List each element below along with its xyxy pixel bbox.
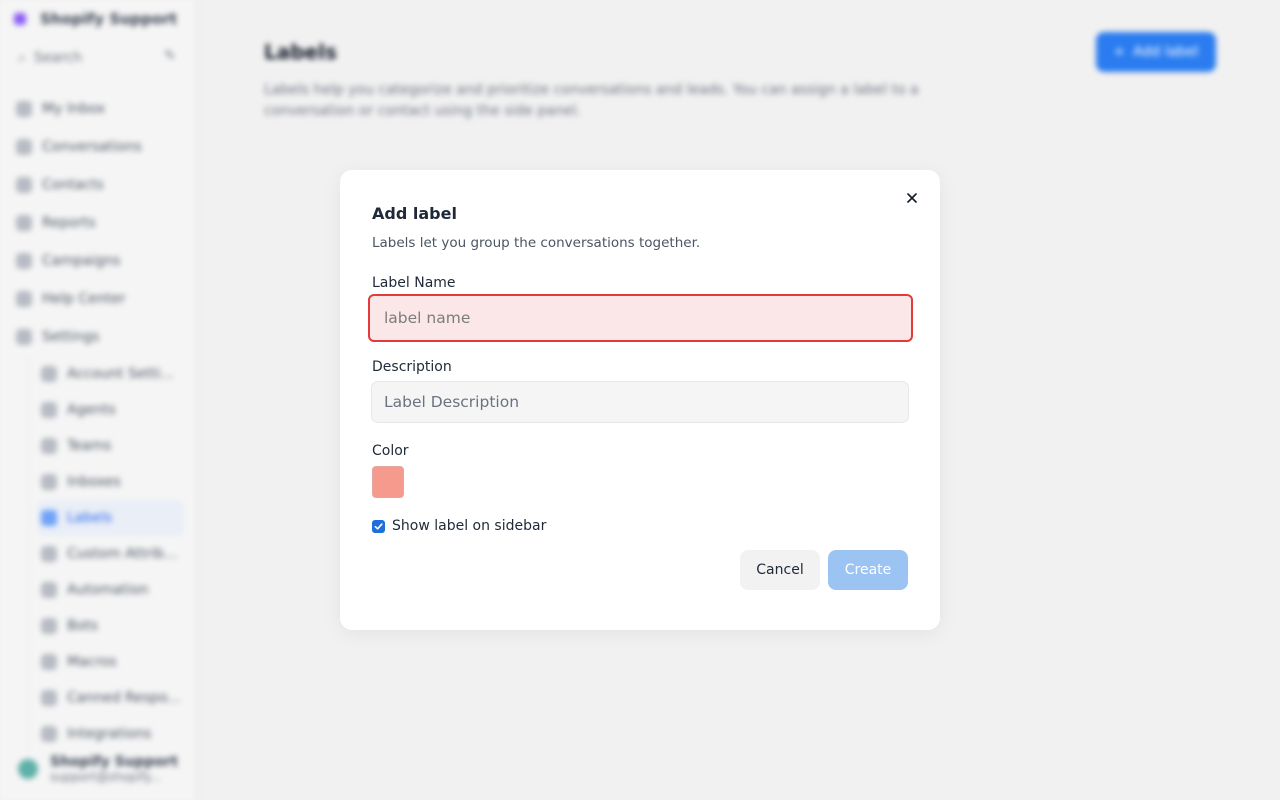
page-description: Labels help you categorize and prioritiz… [264,82,919,119]
sidebar-item-integrations[interactable]: Integrations [37,716,184,752]
sidebar-item-agents[interactable]: Agents [37,392,184,428]
label-name-label: Label Name [372,275,456,291]
footer-sub: support@shopify... [50,770,162,784]
page-title: Labels [264,40,337,64]
compose-icon[interactable]: ✎ [164,48,184,68]
inbox-icon [41,474,57,490]
sidebar-item-label: Agents [67,402,116,418]
add-label-button-text: Add label [1133,44,1199,60]
modal-subtitle: Labels let you group the conversations t… [372,235,701,251]
sidebar: Shopify Support ⌕ Search ✎ My Inbox Conv… [0,0,196,800]
reports-icon [16,215,32,231]
sidebar-item-label: Bots [67,618,98,634]
sidebar-item-settings[interactable]: Settings [12,318,184,356]
sidebar-item-canned-responses[interactable]: Canned Respo... [37,680,184,716]
add-label-modal: Add label Labels let you group the conve… [340,170,940,630]
book-icon [16,291,32,307]
color-swatch[interactable] [372,466,404,498]
settings-submenu: Account Setti... Agents Teams Inboxes La… [28,356,184,752]
search-icon: ⌕ [18,50,26,66]
sidebar-item-label: My Inbox [42,101,106,117]
workspace-logo-icon [14,13,26,25]
sidebar-item-my-inbox[interactable]: My Inbox [12,90,184,128]
sidebar-item-campaigns[interactable]: Campaigns [12,242,184,280]
sidebar-item-label: Inboxes [67,474,121,490]
label-name-input[interactable] [370,296,911,340]
sidebar-item-contacts[interactable]: Contacts [12,166,184,204]
sidebar-item-label: Campaigns [42,253,121,269]
sidebar-search-label: Search [33,50,82,66]
sidebar-item-labels[interactable]: Labels [37,500,184,536]
sidebar-nav: My Inbox Conversations Contacts Reports … [12,90,184,752]
sidebar-item-custom-attributes[interactable]: Custom Attrib... [37,536,184,572]
create-button[interactable]: Create [828,550,908,590]
megaphone-icon [16,253,32,269]
label-name-field-wrapper [368,294,913,342]
sidebar-item-reports[interactable]: Reports [12,204,184,242]
modal-title: Add label [372,204,457,223]
show-on-sidebar-row[interactable]: Show label on sidebar [372,518,546,534]
sidebar-item-conversations[interactable]: Conversations [12,128,184,166]
sidebar-item-label: Canned Respo... [67,690,181,706]
sidebar-item-automation[interactable]: Automation [37,572,184,608]
sidebar-footer[interactable]: Shopify Support support@shopify... [18,754,178,784]
sidebar-item-label: Labels [67,510,113,526]
sidebar-search[interactable]: ⌕ Search [12,44,152,72]
sidebar-item-label: Reports [42,215,96,231]
sidebar-item-label: Macros [67,654,117,670]
briefcase-icon [41,366,57,382]
show-on-sidebar-checkbox[interactable] [372,519,385,533]
description-input[interactable] [371,381,909,423]
sidebar-item-help-center[interactable]: Help Center [12,280,184,318]
tag-icon [41,510,57,526]
avatar [18,759,38,779]
agents-icon [41,402,57,418]
footer-name: Shopify Support [50,754,178,770]
sidebar-item-bots[interactable]: Bots [37,608,184,644]
sidebar-item-macros[interactable]: Macros [37,644,184,680]
show-on-sidebar-label: Show label on sidebar [392,518,547,534]
integrations-icon [41,726,57,742]
inbox-icon [16,101,32,117]
close-icon[interactable] [902,188,922,208]
contacts-icon [16,177,32,193]
sidebar-item-label: Custom Attrib... [67,546,178,562]
macros-icon [41,654,57,670]
canned-icon [41,690,57,706]
sidebar-item-label: Contacts [42,177,104,193]
automation-icon [41,582,57,598]
bot-icon [41,618,57,634]
description-label: Description [372,359,452,375]
sidebar-item-label: Settings [42,329,100,345]
gear-icon [16,329,32,345]
sidebar-item-label: Teams [67,438,112,454]
sidebar-item-teams[interactable]: Teams [37,428,184,464]
sidebar-item-account-settings[interactable]: Account Setti... [37,356,184,392]
sidebar-item-label: Automation [67,582,149,598]
add-label-button[interactable]: + Add label [1096,32,1216,72]
check-icon [374,522,383,530]
teams-icon [41,438,57,454]
sidebar-item-inboxes[interactable]: Inboxes [37,464,184,500]
color-label: Color [372,443,409,459]
sidebar-item-label: Conversations [42,139,142,155]
chat-icon [16,139,32,155]
plus-icon: + [1113,44,1126,60]
code-icon [41,546,57,562]
workspace-name: Shopify Support [40,10,178,28]
cancel-button[interactable]: Cancel [740,550,820,590]
sidebar-item-label: Integrations [67,726,152,742]
sidebar-item-label: Account Setti... [67,366,174,382]
workspace-header[interactable]: Shopify Support [14,10,177,28]
sidebar-item-label: Help Center [42,291,126,307]
